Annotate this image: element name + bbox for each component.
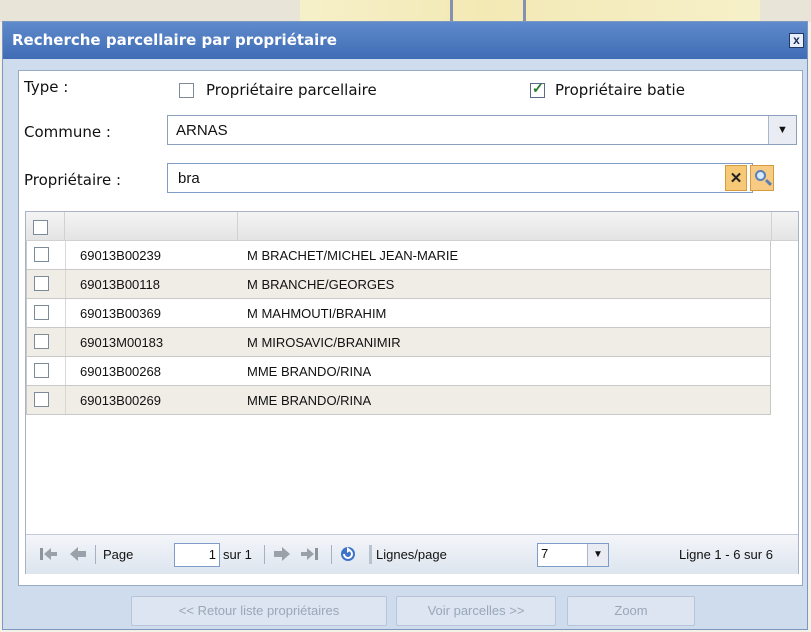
- page-number-input[interactable]: 1: [174, 543, 220, 567]
- row-range-summary: Ligne 1 - 6 sur 6: [679, 547, 773, 562]
- header-select-column: [26, 212, 65, 240]
- row-id: 69013M00183: [80, 335, 164, 350]
- type-label: Type :: [24, 78, 69, 96]
- owner-search-input[interactable]: bra: [167, 163, 753, 193]
- row-name: MME BRANDO/RINA: [247, 364, 372, 379]
- table-row[interactable]: 69013B00118 M BRANCHE/GEORGES: [26, 270, 771, 299]
- row-checkbox[interactable]: [34, 305, 49, 320]
- dialog-title: Recherche parcellaire par propriétaire: [12, 31, 337, 49]
- row-checkbox[interactable]: [34, 334, 49, 349]
- commune-label: Commune :: [24, 123, 111, 141]
- close-button[interactable]: x: [789, 33, 804, 48]
- first-page-icon[interactable]: [38, 545, 58, 563]
- table-row[interactable]: 69013B00269 MME BRANDO/RINA: [26, 386, 771, 415]
- row-checkbox[interactable]: [34, 276, 49, 291]
- header-name-column[interactable]: [238, 212, 772, 240]
- checkbox-proprietaire-parcellaire[interactable]: [179, 83, 194, 98]
- checkbox-proprietaire-batie[interactable]: ✓: [530, 80, 545, 98]
- row-id: 69013B00268: [80, 364, 161, 379]
- row-id: 69013B00118: [80, 277, 161, 292]
- table-row[interactable]: 69013M00183 M MIROSAVIC/BRANIMIR: [26, 328, 771, 357]
- row-id: 69013B00369: [80, 306, 161, 321]
- lines-per-page-select[interactable]: 7 ▼: [537, 543, 609, 567]
- chevron-down-icon[interactable]: ▼: [587, 544, 608, 566]
- row-checkbox[interactable]: [34, 392, 49, 407]
- row-name: M MIROSAVIC/BRANIMIR: [247, 335, 401, 350]
- clear-icon[interactable]: ✕: [725, 165, 747, 191]
- grid-header: [26, 212, 798, 241]
- back-to-owners-button[interactable]: << Retour liste propriétaires: [131, 596, 387, 626]
- row-name: M BRACHET/MICHEL JEAN-MARIE: [247, 248, 459, 263]
- view-parcels-button[interactable]: Voir parcelles >>: [396, 596, 556, 626]
- dialog-titlebar[interactable]: Recherche parcellaire par propriétaire x: [3, 22, 807, 59]
- table-row[interactable]: 69013B00268 MME BRANDO/RINA: [26, 357, 771, 386]
- next-page-icon[interactable]: [272, 545, 292, 563]
- results-grid: 69013B00239 M BRACHET/MICHEL JEAN-MARIE …: [25, 211, 799, 574]
- table-row[interactable]: 69013B00239 M BRACHET/MICHEL JEAN-MARIE: [26, 241, 771, 270]
- toolbar-separator: [331, 545, 332, 564]
- search-dialog: Recherche parcellaire par propriétaire x…: [2, 21, 808, 630]
- row-id: 69013B00269: [80, 393, 161, 408]
- owner-label: Propriétaire :: [24, 171, 122, 189]
- option-label-parcellaire: Propriétaire parcellaire: [206, 81, 377, 99]
- toolbar-separator: [369, 545, 372, 564]
- previous-page-icon[interactable]: [68, 545, 88, 563]
- header-id-column[interactable]: [65, 212, 238, 240]
- select-all-checkbox[interactable]: [33, 220, 48, 235]
- table-row[interactable]: 69013B00369 M MAHMOUTI/BRAHIM: [26, 299, 771, 328]
- toolbar-separator: [264, 545, 265, 564]
- lines-per-page-value: 7: [541, 546, 549, 561]
- pagination-toolbar: Page 1 sur 1 Lignes/page 7 ▼ Ligne 1 - 6…: [26, 534, 798, 574]
- row-checkbox[interactable]: [34, 363, 49, 378]
- row-name: M BRANCHE/GEORGES: [247, 277, 395, 292]
- row-name: M MAHMOUTI/BRAHIM: [247, 306, 387, 321]
- zoom-button[interactable]: Zoom: [567, 596, 695, 626]
- option-label-batie: Propriétaire batie: [555, 81, 685, 99]
- checkmark-icon: ✓: [532, 80, 544, 96]
- search-icon[interactable]: [750, 165, 774, 191]
- row-id: 69013B00239: [80, 248, 161, 263]
- row-name: MME BRANDO/RINA: [247, 393, 372, 408]
- refresh-icon[interactable]: [338, 545, 358, 563]
- page-label: Page: [103, 547, 134, 562]
- commune-select[interactable]: ARNAS ▼: [167, 115, 797, 145]
- dialog-content: Type : Propriétaire parcellaire ✓ Propri…: [18, 70, 803, 586]
- toolbar-separator: [95, 545, 96, 564]
- row-checkbox[interactable]: [34, 247, 49, 262]
- lines-per-page-label: Lignes/page: [376, 547, 447, 562]
- chevron-down-icon[interactable]: ▼: [768, 116, 796, 144]
- background-map-banner: [300, 0, 760, 22]
- owner-search-value: bra: [178, 170, 200, 187]
- page-total-label: sur 1: [223, 547, 252, 562]
- commune-value: ARNAS: [176, 122, 228, 139]
- last-page-icon[interactable]: [300, 545, 320, 563]
